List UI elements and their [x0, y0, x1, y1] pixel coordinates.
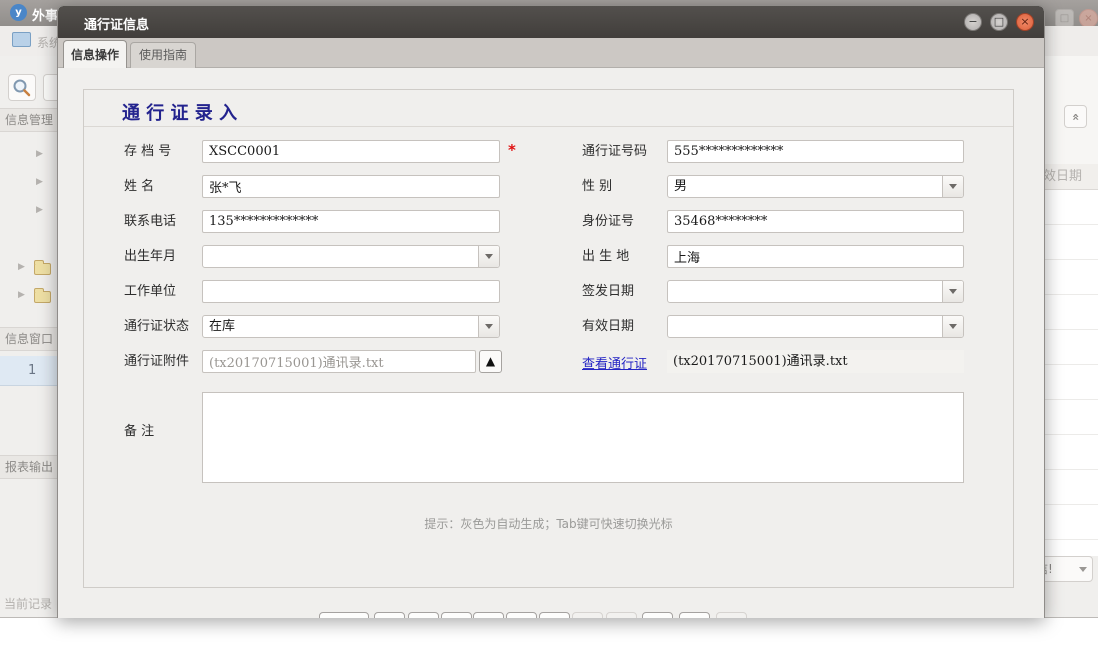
passport-info-dialog: 通行证信息 − □ × 信息操作 使用指南 通 行 证 录 入 存 档 号 * …	[57, 5, 1045, 618]
bottom-button-disabled	[606, 612, 637, 618]
label-archive-no: 存 档 号	[124, 140, 171, 163]
search-toolbar-button[interactable]	[8, 74, 36, 101]
chevron-down-icon[interactable]	[942, 316, 963, 337]
passport-status-select[interactable]: 在库	[202, 315, 500, 338]
bottom-button[interactable]	[319, 612, 369, 618]
dialog-title: 通行证信息	[84, 14, 149, 33]
minimize-button[interactable]: −	[964, 13, 982, 31]
tree-expand-icon[interactable]: ▶	[36, 205, 43, 215]
bottom-button[interactable]	[679, 612, 710, 618]
id-no-input[interactable]	[667, 210, 964, 233]
bottom-button-disabled	[572, 612, 603, 618]
work-unit-input[interactable]	[202, 280, 500, 303]
bottom-button[interactable]	[642, 612, 673, 618]
upload-triangle-icon: ▲	[486, 354, 495, 368]
dialog-titlebar[interactable]: 通行证信息 − □ ×	[58, 6, 1044, 38]
folder-icon[interactable]	[34, 291, 51, 303]
app-title: 外事	[32, 5, 58, 24]
section-header-info-management: 信息管理	[0, 108, 58, 132]
collapse-chevrons-icon: «	[1068, 113, 1082, 121]
bottom-button[interactable]	[473, 612, 504, 618]
label-name: 姓 名	[124, 175, 154, 198]
label-remark: 备 注	[124, 420, 154, 443]
maximize-button[interactable]: □	[990, 13, 1008, 31]
passport-file-name: (tx20170715001)通讯录.txt	[667, 350, 964, 373]
birth-date-select[interactable]	[202, 245, 500, 268]
label-work-unit: 工作单位	[124, 280, 176, 303]
bottom-button[interactable]	[539, 612, 570, 618]
required-marker: *	[508, 141, 516, 159]
label-passport-no: 通行证号码	[582, 140, 647, 163]
tree-expand-icon[interactable]: ▶	[36, 177, 43, 187]
gender-select[interactable]: 男	[667, 175, 964, 198]
tab-info-operation[interactable]: 信息操作	[63, 40, 127, 68]
record-number-cell[interactable]: 1	[0, 356, 58, 386]
status-bar-current-record: 当前记录	[4, 595, 52, 612]
folder-icon[interactable]	[34, 263, 51, 275]
label-id-no: 身份证号	[582, 210, 634, 233]
form-title: 通 行 证 录 入	[122, 99, 237, 125]
name-input[interactable]	[202, 175, 500, 198]
label-passport-status: 通行证状态	[124, 315, 189, 338]
attachment-input[interactable]	[202, 350, 476, 373]
label-phone: 联系电话	[124, 210, 176, 233]
bottom-button[interactable]	[408, 612, 439, 618]
chevron-down-icon[interactable]	[942, 176, 963, 197]
label-issue-date: 签发日期	[582, 280, 634, 303]
upload-button[interactable]: ▲	[479, 350, 502, 373]
valid-date-select[interactable]	[667, 315, 964, 338]
search-icon	[12, 78, 32, 98]
window-menu-icon[interactable]	[12, 32, 31, 47]
title-separator	[84, 126, 1013, 127]
label-gender: 性 别	[582, 175, 612, 198]
phone-input[interactable]	[202, 210, 500, 233]
collapse-panel-button[interactable]: «	[1064, 105, 1087, 128]
passport-entry-panel: 通 行 证 录 入 存 档 号 * 通行证号码 姓 名 性 别 男 联系电话 身…	[83, 89, 1014, 588]
label-attachment: 通行证附件	[124, 350, 189, 373]
close-button[interactable]: ×	[1016, 13, 1034, 31]
label-valid-date: 有效日期	[582, 315, 634, 338]
gender-value: 男	[674, 176, 687, 197]
form-hint: 提示：灰色为自动生成；Tab键可快速切换光标	[84, 515, 1013, 532]
tree-expand-icon[interactable]: ▶	[18, 290, 25, 300]
section-header-info-window: 信息窗口	[0, 327, 58, 351]
tree-expand-icon[interactable]: ▶	[18, 262, 25, 272]
background-grid-rows	[1045, 190, 1098, 556]
chevron-down-icon[interactable]	[478, 246, 499, 267]
passport-status-value: 在库	[209, 316, 235, 337]
chevron-down-icon[interactable]	[478, 316, 499, 337]
label-birth-date: 出生年月	[124, 245, 176, 268]
app-logo-icon: y	[10, 4, 27, 21]
view-passport-link[interactable]: 查看通行证	[582, 353, 647, 372]
passport-no-input[interactable]	[667, 140, 964, 163]
dialog-tabstrip: 信息操作 使用指南	[58, 38, 1044, 68]
section-header-report-output: 报表输出	[0, 455, 58, 479]
tab-user-guide[interactable]: 使用指南	[130, 42, 196, 68]
archive-no-input[interactable]	[202, 140, 500, 163]
bottom-button-disabled	[716, 612, 747, 618]
label-birth-place: 出 生 地	[582, 245, 629, 268]
bottom-button[interactable]	[441, 612, 472, 618]
bottom-button[interactable]	[374, 612, 405, 618]
remark-textarea[interactable]	[202, 392, 964, 483]
birth-place-input[interactable]	[667, 245, 964, 268]
tree-expand-icon[interactable]: ▶	[36, 149, 43, 159]
issue-date-select[interactable]	[667, 280, 964, 303]
chevron-down-icon[interactable]	[942, 281, 963, 302]
bottom-button[interactable]	[506, 612, 537, 618]
chevron-down-icon	[1079, 567, 1087, 572]
